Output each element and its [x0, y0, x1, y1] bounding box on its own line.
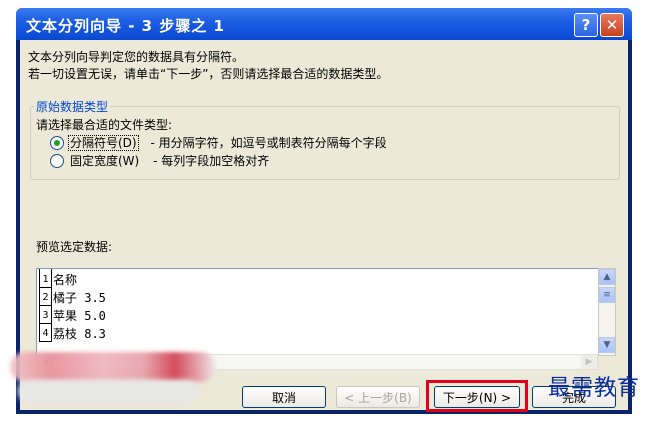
- intro-line-2: 若一切设置无误，请单击“下一步”，否则请选择最合适的数据类型。: [28, 67, 389, 81]
- help-button[interactable]: ?: [574, 13, 598, 37]
- file-type-prompt: 请选择最合适的文件类型:: [36, 118, 173, 132]
- back-button[interactable]: < 上一步(B): [336, 386, 420, 408]
- close-icon: ✕: [605, 16, 619, 34]
- intro-line-1: 文本分列向导判定您的数据具有分隔符。: [28, 50, 245, 64]
- preview-vertical-scrollbar[interactable]: ▲ ≡ ▼: [598, 268, 616, 356]
- scroll-up-icon[interactable]: ▲: [599, 269, 615, 285]
- scroll-thumb[interactable]: ≡: [599, 287, 615, 303]
- option-delimited-label: 分隔符号(D): [68, 135, 139, 151]
- preview-label: 预览选定数据:: [36, 240, 113, 254]
- preview-pane[interactable]: 1 名称 2 橘子 3.5 3 苹果 5.0 4 荔枝 8.3: [36, 268, 600, 356]
- radio-fixed-width[interactable]: [50, 154, 64, 168]
- row-text: 橘子 3.5: [53, 291, 106, 305]
- option-delimited-desc: - 用分隔字符，如逗号或制表符分隔每个字段: [150, 136, 387, 150]
- redaction-blur-shadow: [18, 380, 198, 402]
- cancel-button[interactable]: 取消: [242, 386, 326, 408]
- row-number: 2: [39, 287, 52, 306]
- scroll-right-icon[interactable]: ▶: [581, 355, 597, 369]
- row-number: 3: [39, 305, 52, 324]
- row-text: 名称: [53, 273, 78, 287]
- highlight-box: [426, 380, 528, 412]
- option-fixed-width-label: 固定宽度(W): [70, 154, 140, 168]
- title-bar[interactable]: 文本分列向导 - 3 步骤之 1 ? ✕: [16, 8, 632, 40]
- option-fixed-width-desc: - 每列字段加空格对齐: [153, 154, 270, 168]
- row-number: 1: [39, 269, 52, 288]
- option-fixed-width[interactable]: 固定宽度(W) - 每列字段加空格对齐: [68, 152, 269, 169]
- help-icon: ?: [581, 16, 591, 34]
- window-title: 文本分列向导 - 3 步骤之 1: [26, 17, 225, 35]
- watermark-text: 最需教育: [548, 376, 641, 401]
- scroll-down-icon[interactable]: ▼: [599, 337, 615, 353]
- close-button[interactable]: ✕: [600, 13, 624, 37]
- group-legend: 原始数据类型: [34, 98, 111, 115]
- option-delimited[interactable]: 分隔符号(D) - 用分隔字符，如逗号或制表符分隔每个字段: [68, 134, 387, 151]
- redaction-blur: [10, 352, 216, 382]
- radio-delimited[interactable]: [50, 136, 64, 150]
- row-text: 苹果 5.0: [53, 309, 106, 323]
- row-text: 荔枝 8.3: [53, 327, 106, 341]
- row-number: 4: [39, 323, 52, 342]
